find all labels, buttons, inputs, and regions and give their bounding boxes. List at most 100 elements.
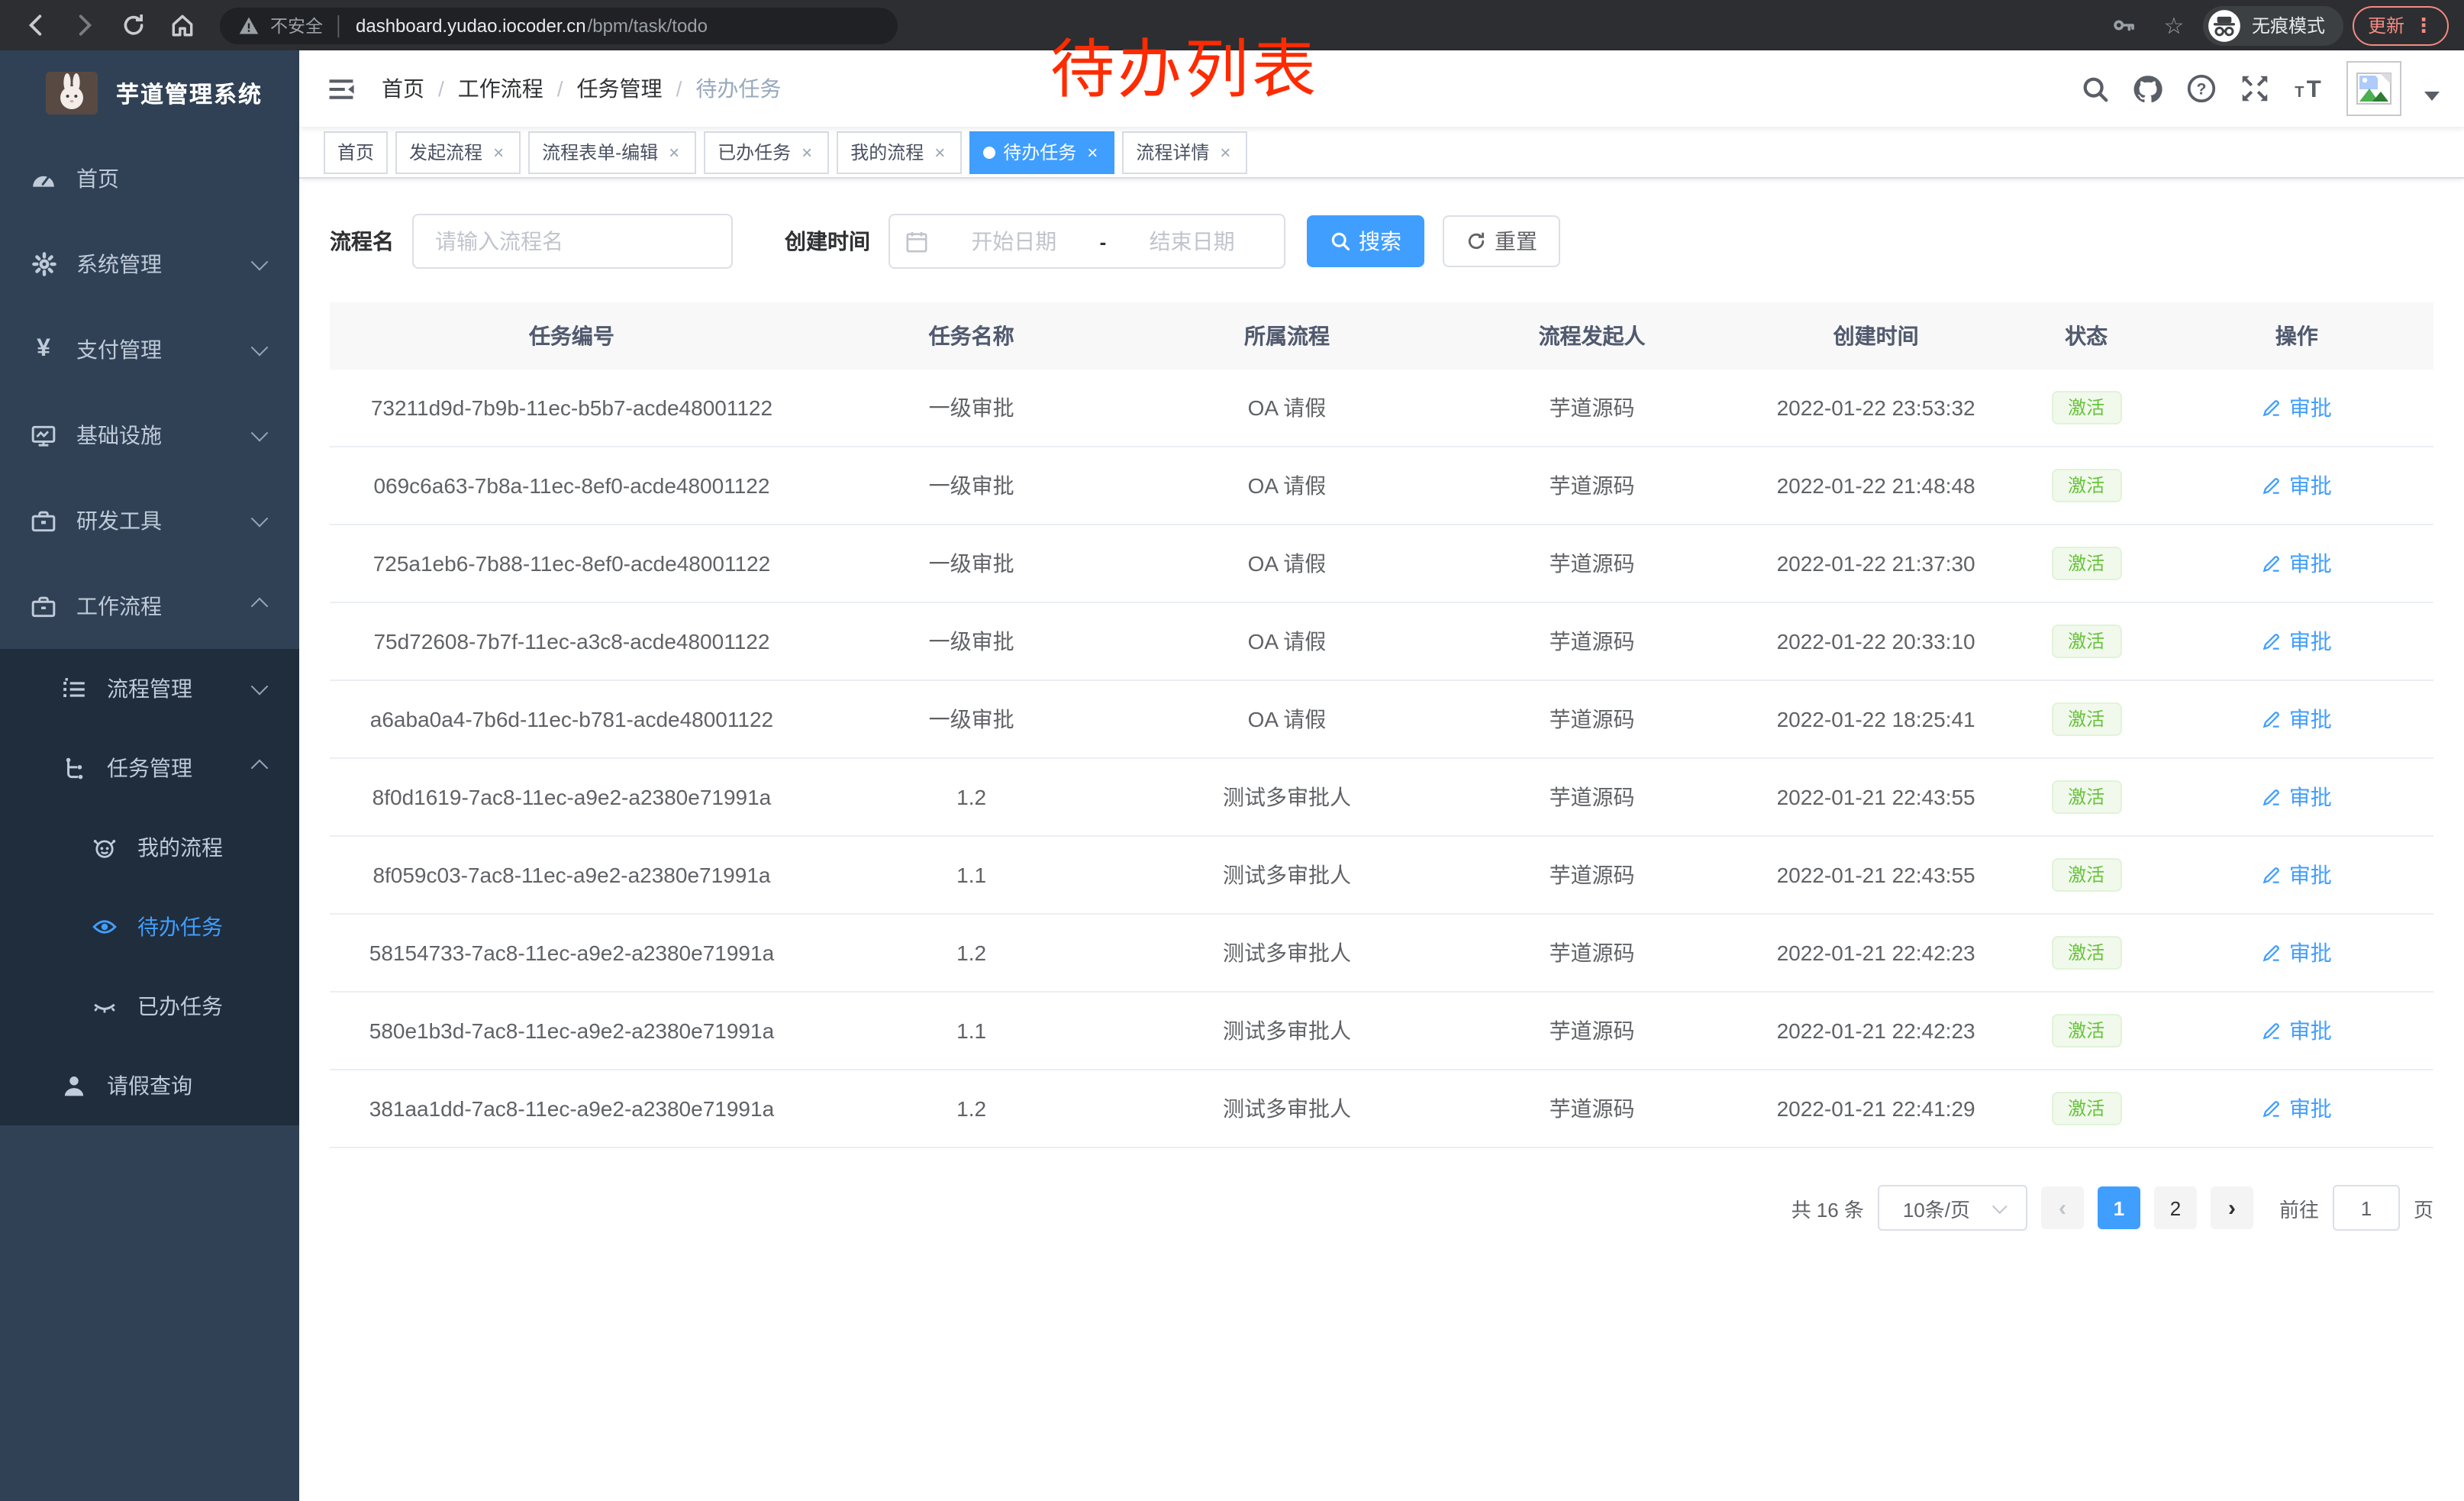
home-icon[interactable] <box>162 5 202 45</box>
approve-link[interactable]: 审批 <box>2262 860 2332 890</box>
search-button[interactable]: 搜索 <box>1307 215 1424 267</box>
approve-link[interactable]: 审批 <box>2262 392 2332 423</box>
star-bookmark-icon[interactable]: ☆ <box>2154 5 2194 45</box>
reload-icon[interactable] <box>113 5 153 45</box>
search-icon <box>1330 231 1351 252</box>
next-page-button[interactable]: › <box>2211 1186 2253 1229</box>
sidebar-item-我的流程[interactable]: 我的流程 <box>0 808 299 887</box>
status-cell: 激活 <box>2013 447 2160 525</box>
approve-link[interactable]: 审批 <box>2262 1015 2332 1046</box>
address-bar[interactable]: 不安全 │ dashboard.yudao.iocoder.cn/bpm/tas… <box>220 7 898 44</box>
avatar-caret-down-icon[interactable] <box>2424 92 2440 101</box>
edit-icon <box>2262 1020 2283 1041</box>
tab-流程详情[interactable]: 流程详情 × <box>1122 131 1247 173</box>
edit-icon <box>2262 786 2283 808</box>
create-time: 2022-01-21 22:43:55 <box>1739 758 2012 836</box>
close-icon[interactable]: × <box>1084 141 1101 163</box>
sidebar-item-任务管理[interactable]: 任务管理 <box>0 728 299 808</box>
reset-button[interactable]: 重置 <box>1443 215 1560 267</box>
approve-link[interactable]: 审批 <box>2262 470 2332 501</box>
sidebar-item-label: 我的流程 <box>137 832 223 863</box>
tab-我的流程[interactable]: 我的流程× <box>837 131 962 173</box>
sidebar-item-label: 流程管理 <box>107 673 192 704</box>
person-icon <box>61 1073 87 1099</box>
approve-label: 审批 <box>2289 704 2332 734</box>
sidebar-item-流程管理[interactable]: 流程管理 <box>0 649 299 728</box>
tab-待办任务[interactable]: 待办任务× <box>969 131 1114 173</box>
starter: 芋道源码 <box>1445 680 1740 758</box>
status-cell: 激活 <box>2013 680 2160 758</box>
create-time: 2022-01-21 22:41:29 <box>1739 1070 2012 1148</box>
date-range-picker[interactable]: 开始日期 - 结束日期 <box>889 214 1285 269</box>
edit-icon <box>2262 553 2283 574</box>
approve-link[interactable]: 审批 <box>2262 938 2332 968</box>
key-icon[interactable] <box>2105 5 2145 45</box>
column-header-任务名称: 任务名称 <box>814 302 1129 370</box>
tab-已办任务[interactable]: 已办任务× <box>704 131 829 173</box>
goto-page-input[interactable] <box>2333 1185 2400 1231</box>
github-icon[interactable] <box>2133 73 2163 104</box>
breadcrumb-item[interactable]: 工作流程 <box>458 73 543 104</box>
action-cell: 审批 <box>2160 525 2433 602</box>
approve-link[interactable]: 审批 <box>2262 782 2332 812</box>
process-name-input[interactable] <box>412 214 733 269</box>
sidebar-item-工作流程[interactable]: 工作流程 <box>0 563 299 649</box>
sidebar-item-研发工具[interactable]: 研发工具 <box>0 478 299 563</box>
tab-首页[interactable]: 首页 <box>324 131 388 173</box>
svg-text:T: T <box>2295 84 2304 101</box>
sidebar-collapse-icon[interactable] <box>324 72 357 105</box>
breadcrumb-item[interactable]: 任务管理 <box>577 73 663 104</box>
app-logo: 芋道管理系统 <box>0 50 299 136</box>
approve-label: 审批 <box>2289 1015 2332 1046</box>
dashboard-icon <box>31 166 56 192</box>
close-icon[interactable]: × <box>666 141 682 163</box>
sidebar-item-label: 首页 <box>76 163 119 194</box>
sidebar-item-请假查询[interactable]: 请假查询 <box>0 1046 299 1125</box>
fullscreen-icon[interactable] <box>2240 73 2270 104</box>
chevron-up-icon <box>251 760 269 777</box>
help-icon[interactable]: ? <box>2186 73 2217 104</box>
approve-link[interactable]: 审批 <box>2262 704 2332 734</box>
tab-发起流程[interactable]: 发起流程× <box>395 131 521 173</box>
approve-link[interactable]: 审批 <box>2262 548 2332 579</box>
breadcrumb-item[interactable]: 首页 <box>382 73 424 104</box>
end-date-placeholder[interactable]: 结束日期 <box>1115 226 1269 257</box>
approve-link[interactable]: 审批 <box>2262 1093 2332 1124</box>
page-button-1[interactable]: 1 <box>2098 1186 2140 1229</box>
search-icon[interactable] <box>2079 73 2110 104</box>
close-icon[interactable]: × <box>1217 141 1234 163</box>
start-date-placeholder[interactable]: 开始日期 <box>937 226 1091 257</box>
chevron-down-icon <box>251 424 269 442</box>
avatar[interactable] <box>2346 61 2401 116</box>
security-label: 不安全 <box>270 13 323 37</box>
create-time: 2022-01-21 22:42:23 <box>1739 992 2012 1070</box>
text-size-icon[interactable]: TT <box>2293 73 2324 104</box>
prev-page-button[interactable]: ‹ <box>2041 1186 2084 1229</box>
action-cell: 审批 <box>2160 370 2433 447</box>
page-size-select[interactable]: 10条/页 <box>1878 1185 2027 1231</box>
eye-icon <box>92 914 118 940</box>
sidebar-item-首页[interactable]: 首页 <box>0 136 299 221</box>
action-cell: 审批 <box>2160 447 2433 525</box>
sidebar-item-基础设施[interactable]: 基础设施 <box>0 392 299 478</box>
task-id: 73211d9d-7b9b-11ec-b5b7-acde48001122 <box>330 370 814 447</box>
sidebar-item-系统管理[interactable]: 系统管理 <box>0 221 299 307</box>
close-icon[interactable]: × <box>798 141 815 163</box>
forward-icon[interactable] <box>64 5 104 45</box>
process-name: 测试多审批人 <box>1129 758 1444 836</box>
browser-menu-dots-icon[interactable]: ⋮ <box>2414 15 2433 35</box>
tab-label: 流程详情 <box>1136 139 1209 165</box>
close-icon[interactable]: × <box>490 141 507 163</box>
page-button-2[interactable]: 2 <box>2154 1186 2197 1229</box>
close-icon[interactable]: × <box>931 141 948 163</box>
update-button[interactable]: 更新 ⋮ <box>2353 5 2449 45</box>
task-id: 75d72608-7b7f-11ec-a3c8-acde48001122 <box>330 602 814 680</box>
sidebar-item-待办任务[interactable]: 待办任务 <box>0 887 299 967</box>
sidebar-item-已办任务[interactable]: 已办任务 <box>0 967 299 1046</box>
sidebar-item-支付管理[interactable]: ¥支付管理 <box>0 307 299 392</box>
back-icon[interactable] <box>15 5 55 45</box>
approve-link[interactable]: 审批 <box>2262 626 2332 657</box>
filter-bar: 流程名 创建时间 开始日期 - 结束日期 搜索 <box>330 214 2433 269</box>
tab-流程表单-编辑[interactable]: 流程表单-编辑× <box>528 131 696 173</box>
broken-image-icon <box>2356 70 2392 107</box>
